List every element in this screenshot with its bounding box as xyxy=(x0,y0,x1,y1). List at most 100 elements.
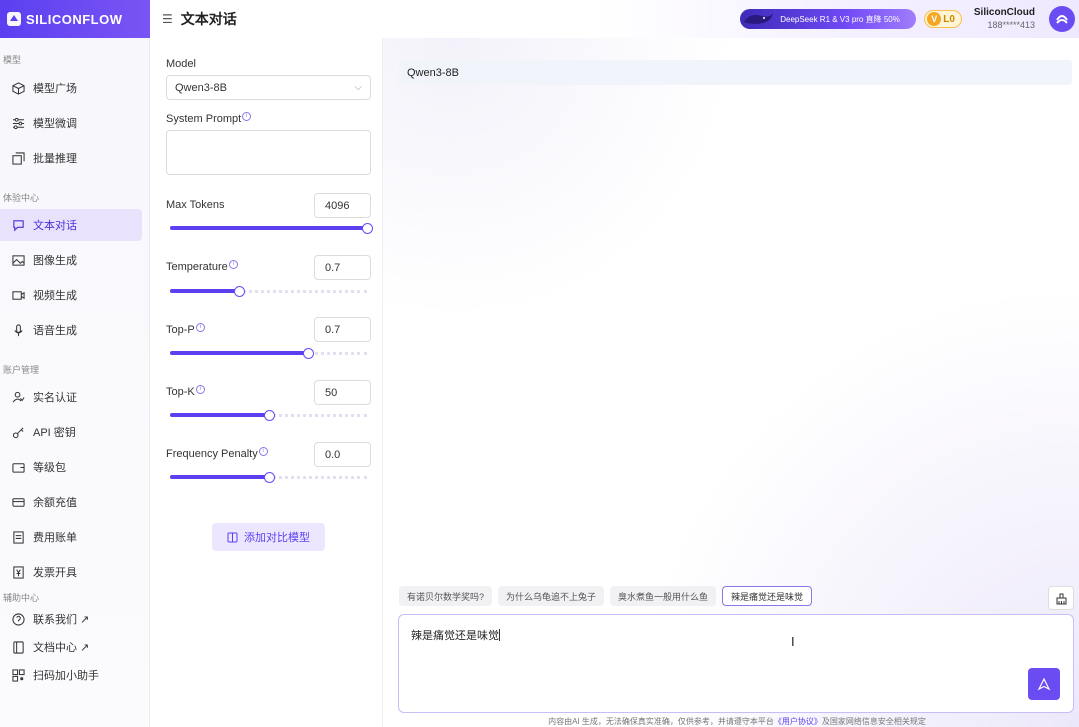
sidebar-item-level-pack[interactable]: 等级包 xyxy=(0,451,142,483)
avatar-logo-icon xyxy=(1056,15,1068,24)
info-icon[interactable]: i xyxy=(258,446,268,456)
sidebar-item-label: 模型广场 xyxy=(33,83,77,95)
sidebar-item-label: 发票开具 xyxy=(33,567,77,579)
slider-thumb[interactable] xyxy=(233,286,245,297)
whale-icon xyxy=(744,13,774,24)
account-info[interactable]: SiliconCloud 188*****413 xyxy=(974,7,1035,31)
add-compare-model-button[interactable]: 添加对比模型 xyxy=(212,523,325,551)
text-cursor-icon: I xyxy=(791,634,795,649)
qr-icon xyxy=(11,668,25,682)
top-bar: SILICONFLOW ☰ 文本对话 DeepSeek R1 & V3 pro … xyxy=(0,0,1079,38)
frequency-penalty-label-text: Frequency Penalty xyxy=(166,448,258,460)
frequency-penalty-slider[interactable] xyxy=(170,472,367,483)
slider-thumb[interactable] xyxy=(302,348,314,359)
model-select[interactable]: Qwen3-8B ⌵ xyxy=(166,75,371,100)
frequency-penalty-input[interactable] xyxy=(314,442,371,467)
chat-input-box[interactable]: 辣是痛觉还是味觉 xyxy=(398,614,1074,713)
sidebar-item-video-gen[interactable]: 视频生成 xyxy=(0,279,142,311)
max-tokens-input[interactable] xyxy=(314,193,371,218)
bill-icon xyxy=(11,530,25,544)
section-label-account: 账户管理 xyxy=(3,365,40,375)
promo-banner[interactable]: DeepSeek R1 & V3 pro 直降 50% xyxy=(740,9,917,29)
sidebar-item-billing[interactable]: 费用账单 xyxy=(0,521,142,553)
avatar[interactable] xyxy=(1049,6,1075,32)
level-badge[interactable]: V L0 xyxy=(924,10,962,28)
wallet-icon xyxy=(11,460,25,474)
slider-fill xyxy=(170,289,239,293)
user-agreement-link[interactable]: 《用户协议》 xyxy=(774,717,822,726)
mic-icon xyxy=(11,323,25,337)
slider-thumb[interactable] xyxy=(263,472,275,483)
sidebar-item-verification[interactable]: 实名认证 xyxy=(0,381,142,413)
sidebar-item-label: 扫码加小助手 xyxy=(33,670,99,682)
clear-chat-button[interactable] xyxy=(1048,586,1074,610)
section-label-models: 模型 xyxy=(3,55,22,65)
sidebar-item-api-keys[interactable]: API 密钥 xyxy=(0,416,142,448)
temperature-label-text: Temperature xyxy=(166,261,228,273)
info-icon[interactable]: i xyxy=(228,259,238,269)
suggestion-chip[interactable]: 为什么乌龟追不上兔子 xyxy=(498,586,605,606)
temperature-slider[interactable] xyxy=(170,286,367,297)
brand-logo[interactable]: SILICONFLOW xyxy=(0,0,150,38)
info-icon[interactable]: i xyxy=(242,111,252,121)
top-p-input[interactable] xyxy=(314,317,371,342)
chat-area: Qwen3-8B 有诺贝尔数学奖吗? 为什么乌龟追不上兔子 臭水煮鱼一般用什么鱼… xyxy=(383,38,1079,727)
sidebar-item-docs[interactable]: 文档中心 ↗ xyxy=(0,633,142,661)
image-icon xyxy=(11,253,25,267)
top-k-input[interactable] xyxy=(314,380,371,405)
page-title: 文本对话 xyxy=(180,11,237,27)
sidebar-item-label: API 密钥 xyxy=(33,427,76,439)
account-phone: 188*****413 xyxy=(987,20,1035,30)
info-icon[interactable]: i xyxy=(195,322,205,332)
disclaimer-suffix: 及国家网络信息安全相关规定 xyxy=(821,717,926,726)
sidebar-item-label: 等级包 xyxy=(33,462,66,474)
sliders-icon xyxy=(11,116,25,130)
suggestion-chip[interactable]: 有诺贝尔数学奖吗? xyxy=(399,586,493,606)
brand-name: SILICONFLOW xyxy=(26,11,123,27)
slider-thumb[interactable] xyxy=(263,410,275,421)
top-p-slider[interactable] xyxy=(170,348,367,359)
sidebar-item-batch[interactable]: 批量推理 xyxy=(0,142,142,174)
menu-toggle-icon[interactable]: ☰ xyxy=(162,12,173,26)
compare-icon xyxy=(227,532,238,542)
text-caret xyxy=(499,629,500,641)
chevron-down-icon: ⌵ xyxy=(354,82,362,93)
sidebar-item-label: 视频生成 xyxy=(33,290,77,302)
sidebar-item-model-square[interactable]: 模型广场 xyxy=(0,72,142,104)
sidebar-item-contact[interactable]: 联系我们 ↗ xyxy=(0,605,142,633)
sidebar-item-label: 联系我们 ↗ xyxy=(33,614,90,626)
sidebar-item-recharge[interactable]: 余额充值 xyxy=(0,486,142,518)
chat-input-value: 辣是痛觉还是味觉 xyxy=(411,630,499,642)
sidebar-item-label: 模型微调 xyxy=(33,118,77,130)
invoice-icon xyxy=(11,565,25,579)
user-check-icon xyxy=(11,390,25,404)
chat-input[interactable]: 辣是痛觉还是味觉 xyxy=(411,627,500,643)
sidebar-item-image-gen[interactable]: 图像生成 xyxy=(0,244,142,276)
slider-thumb[interactable] xyxy=(362,223,373,234)
help-icon xyxy=(11,612,25,626)
params-panel: Model Qwen3-8B ⌵ System Prompt i Max Tok… xyxy=(150,38,383,727)
info-icon[interactable]: i xyxy=(195,384,205,394)
sidebar: 模型 模型广场 模型微调 批量推理 体验中心 文本对话 图像生成 视频生成 语音… xyxy=(0,38,150,727)
suggestion-chip[interactable]: 臭水煮鱼一般用什么鱼 xyxy=(610,586,717,606)
max-tokens-slider[interactable] xyxy=(170,223,373,234)
sidebar-item-text-chat[interactable]: 文本对话 xyxy=(0,209,142,241)
chat-icon xyxy=(11,218,25,232)
sidebar-item-invoice[interactable]: 发票开具 xyxy=(0,556,142,588)
suggestion-chip-selected[interactable]: 辣是痛觉还是味觉 xyxy=(722,586,813,606)
system-prompt-label: System Prompt i xyxy=(166,111,252,125)
sidebar-item-label: 余额充值 xyxy=(33,497,77,509)
max-tokens-label: Max Tokens xyxy=(166,199,225,211)
sidebar-item-assistant[interactable]: 扫码加小助手 xyxy=(0,661,142,689)
vip-icon: V xyxy=(927,12,942,26)
sidebar-item-fine-tune[interactable]: 模型微调 xyxy=(0,107,142,139)
book-icon xyxy=(11,640,25,654)
sidebar-item-voice-gen[interactable]: 语音生成 xyxy=(0,314,142,346)
system-prompt-input[interactable] xyxy=(166,130,371,175)
send-button[interactable] xyxy=(1028,668,1060,700)
temperature-input[interactable] xyxy=(314,255,371,280)
video-icon xyxy=(11,288,25,302)
top-k-slider[interactable] xyxy=(170,410,367,421)
system-prompt-label-text: System Prompt xyxy=(166,113,242,125)
cube-icon xyxy=(11,81,25,95)
